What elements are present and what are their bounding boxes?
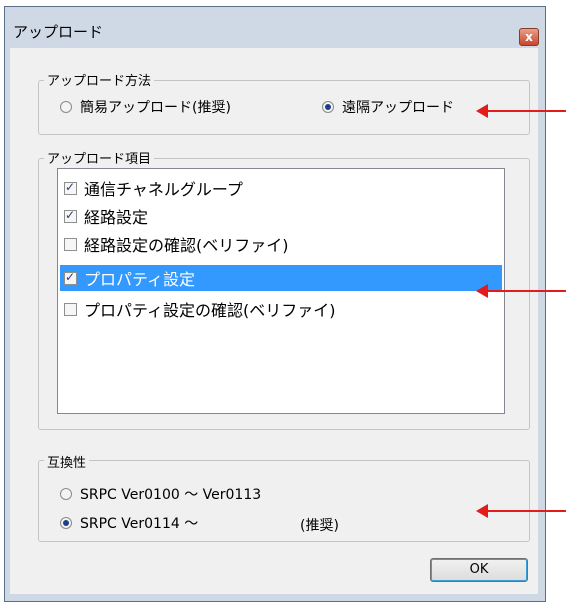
close-icon[interactable]: x <box>519 28 539 46</box>
radio-compat-old[interactable]: SRPC Ver0100 〜 Ver0113 <box>60 484 261 504</box>
window-title: アップロード <box>13 23 104 41</box>
annotation-arrow <box>476 504 566 518</box>
radio-button-selected[interactable] <box>322 101 334 113</box>
radio-compat-new[interactable]: SRPC Ver0114 〜 <box>60 513 198 533</box>
list-item[interactable]: プロパティ設定の確認(ベリファイ) <box>60 296 502 322</box>
checkbox[interactable] <box>64 180 77 195</box>
title-bar: アップロード x <box>5 7 545 49</box>
upload-items-listbox[interactable]: 通信チャネルグループ 経路設定 経路設定の確認(ベリファイ) プロパティ設定 プ… <box>57 168 505 414</box>
checkbox[interactable] <box>64 302 77 316</box>
radio-simple-upload-label: 簡易アップロード(推奨) <box>80 100 231 116</box>
list-item-selected[interactable]: プロパティ設定 <box>60 265 502 291</box>
radio-remote-upload[interactable]: 遠隔アップロード <box>322 97 454 117</box>
radio-compat-new-label: SRPC Ver0114 〜 <box>80 516 199 532</box>
recommended-note: (推奨) <box>300 518 339 534</box>
radio-button[interactable] <box>60 488 72 500</box>
list-item-label: 経路設定 <box>84 208 149 227</box>
ok-button[interactable]: OK <box>430 558 528 582</box>
list-item-label: プロパティ設定の確認(ベリファイ) <box>84 301 336 320</box>
radio-button-selected[interactable] <box>60 517 72 529</box>
upload-items-group-label: アップロード項目 <box>44 148 155 167</box>
radio-simple-upload[interactable]: 簡易アップロード(推奨) <box>60 97 231 117</box>
upload-method-group-label: アップロード方法 <box>44 70 155 89</box>
annotation-arrow <box>476 104 566 118</box>
list-item[interactable]: 経路設定 <box>60 203 502 229</box>
annotation-arrow <box>476 284 566 298</box>
list-item[interactable]: 通信チャネルグループ <box>60 175 502 201</box>
checkbox[interactable] <box>64 208 77 223</box>
list-item[interactable]: 経路設定の確認(ベリファイ) <box>60 231 502 257</box>
checkbox[interactable] <box>64 237 77 251</box>
radio-remote-upload-label: 遠隔アップロード <box>342 100 454 116</box>
list-item-label: プロパティ設定 <box>84 270 196 289</box>
list-item-label: 通信チャネルグループ <box>84 180 243 199</box>
checkbox[interactable] <box>64 270 77 285</box>
list-item-label: 経路設定の確認(ベリファイ) <box>84 236 289 255</box>
radio-compat-old-label: SRPC Ver0100 〜 Ver0113 <box>80 487 262 503</box>
compatibility-group-label: 互換性 <box>44 452 90 471</box>
radio-button[interactable] <box>60 101 72 113</box>
